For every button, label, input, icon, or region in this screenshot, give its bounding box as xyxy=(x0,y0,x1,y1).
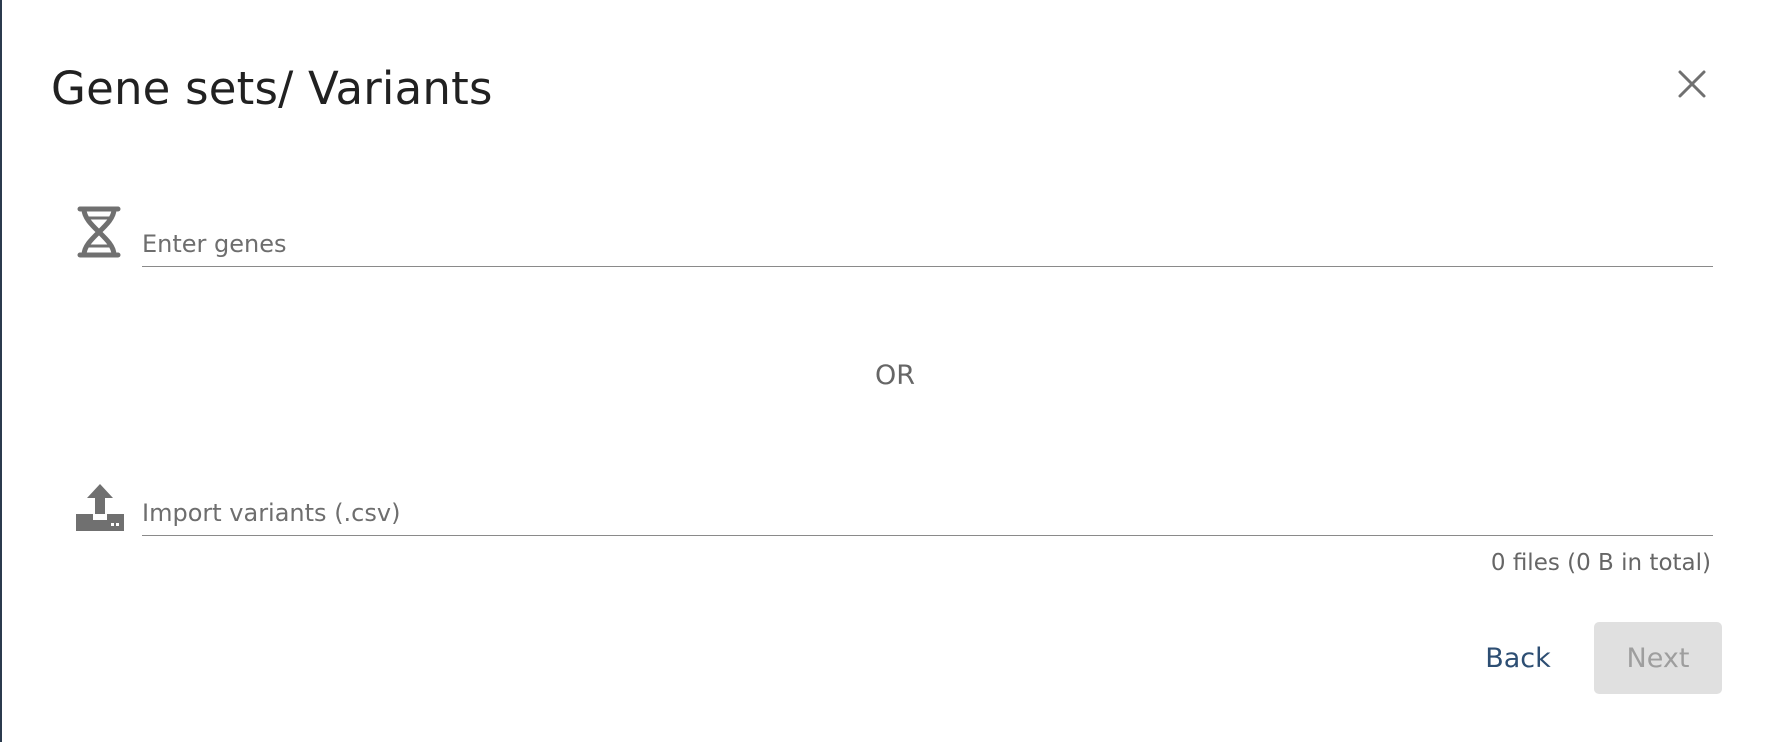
dna-icon xyxy=(74,205,124,259)
gene-sets-dialog: Gene sets/ Variants OR 0 files xyxy=(2,0,1778,742)
genes-field xyxy=(142,222,1713,267)
files-summary: 0 files (0 B in total) xyxy=(1490,550,1711,576)
close-button[interactable] xyxy=(1672,64,1712,104)
genes-input[interactable] xyxy=(142,222,1713,266)
or-separator: OR xyxy=(874,360,915,391)
upload-icon xyxy=(74,481,126,533)
import-variants-input[interactable] xyxy=(142,491,1713,535)
next-button[interactable]: Next xyxy=(1594,622,1722,694)
close-icon xyxy=(1678,70,1706,98)
dialog-title: Gene sets/ Variants xyxy=(51,62,493,115)
back-button[interactable]: Back xyxy=(1456,622,1580,694)
import-variants-field xyxy=(142,491,1713,536)
